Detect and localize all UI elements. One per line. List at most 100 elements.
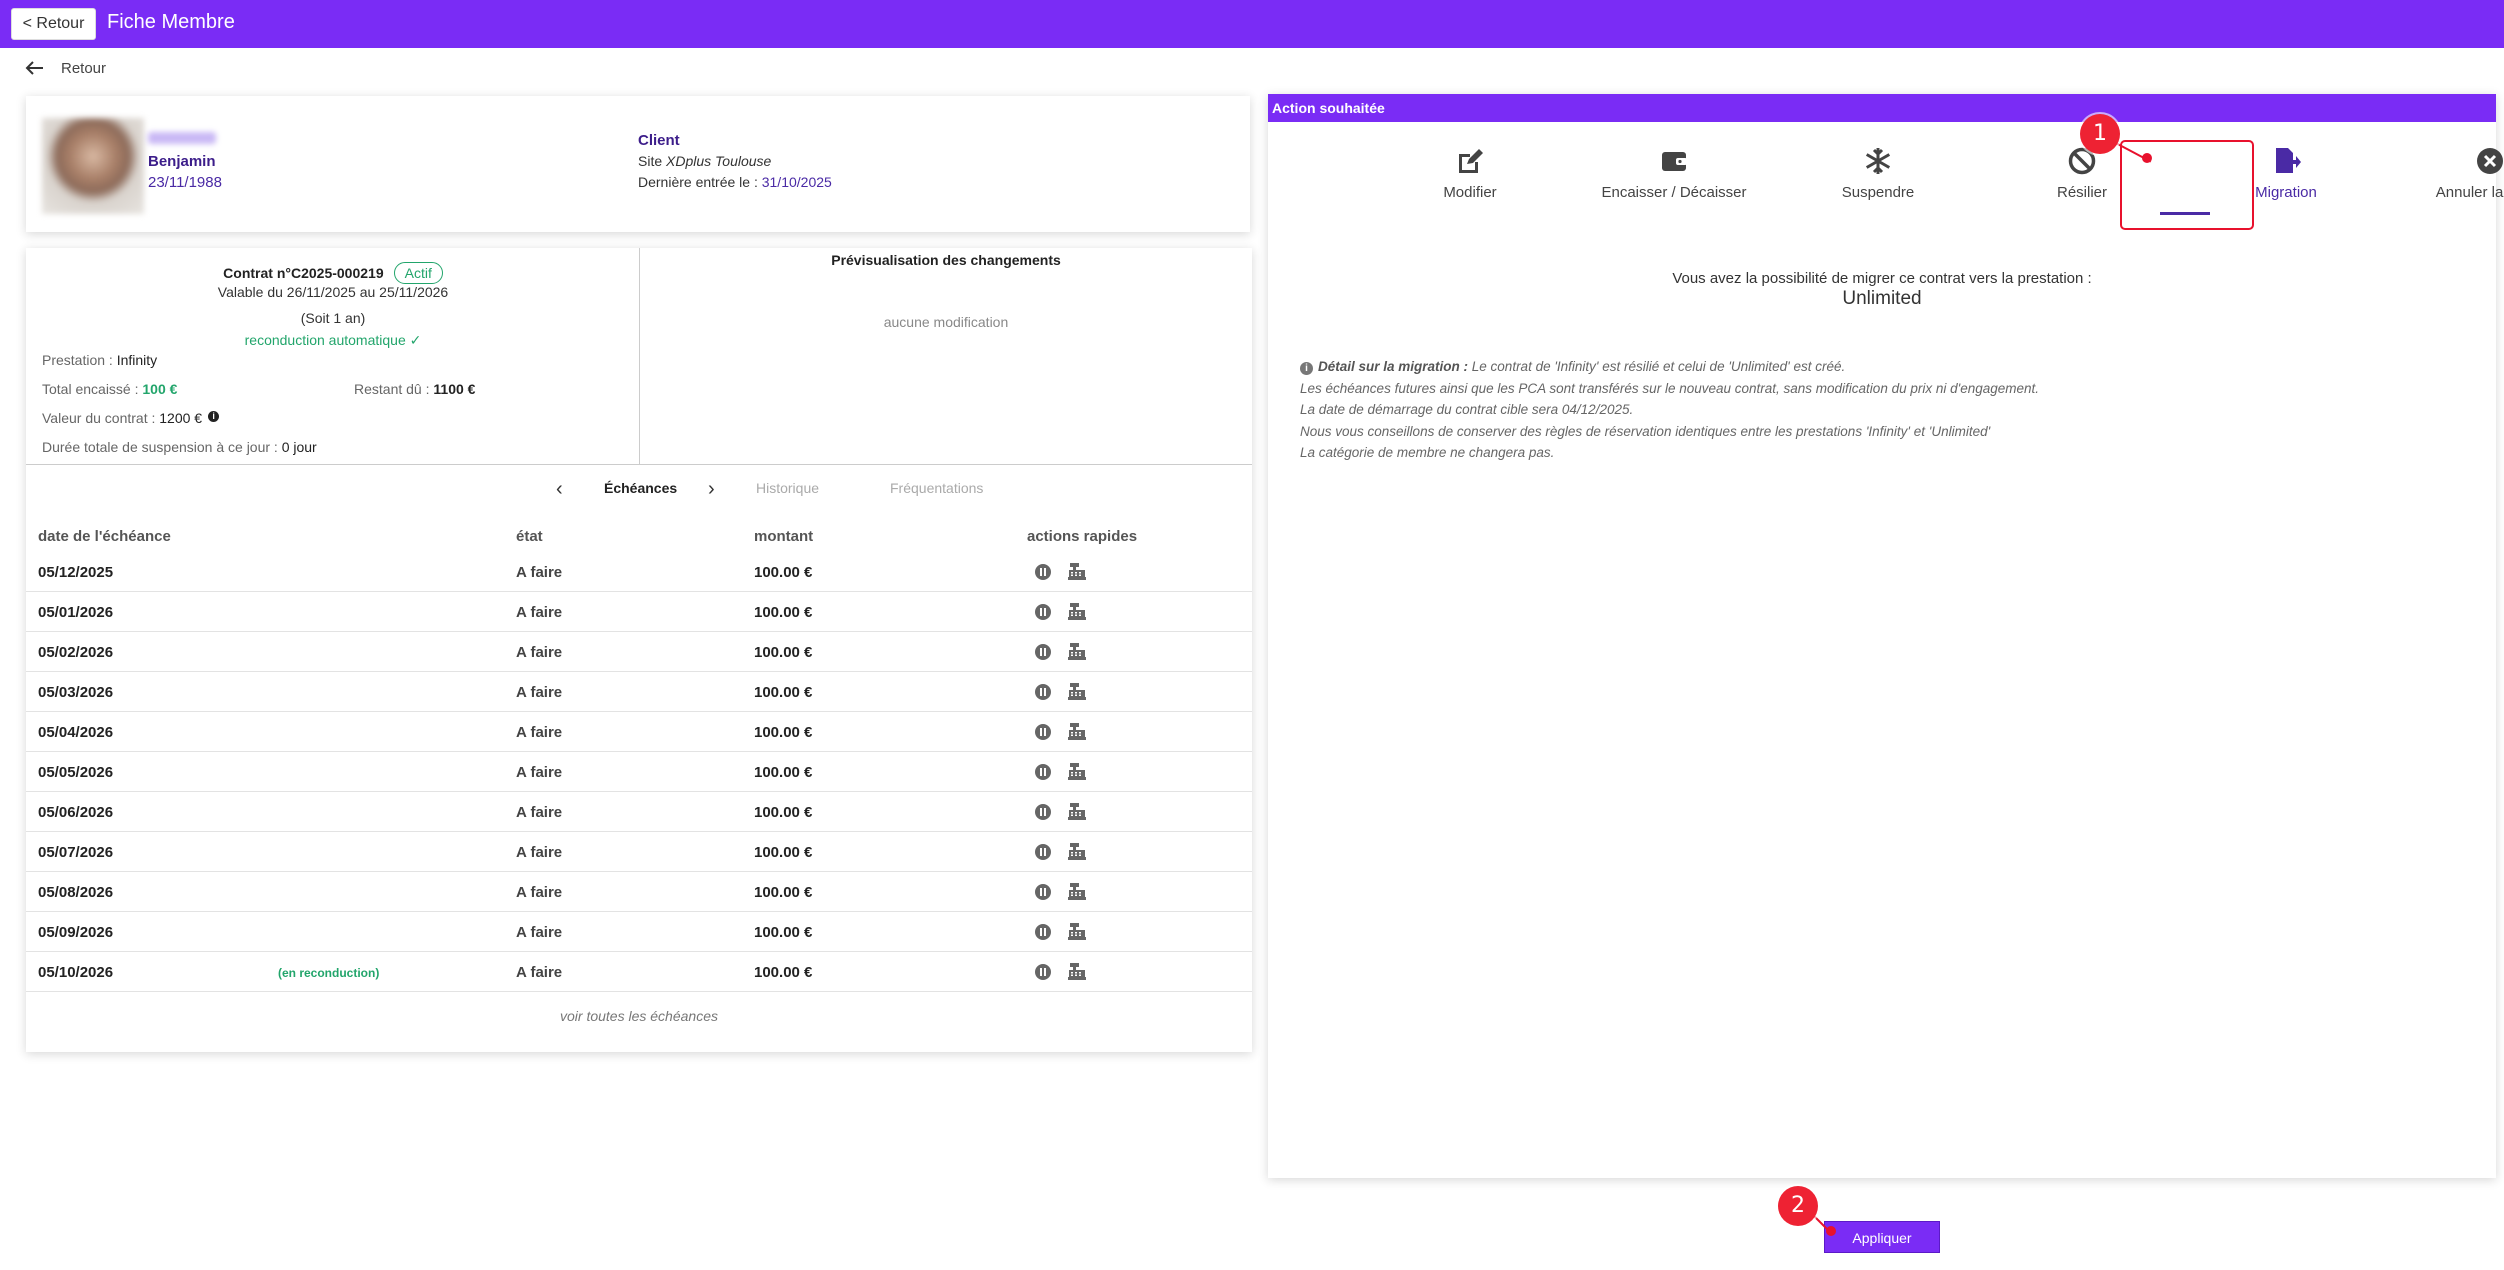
table-row: 05/12/2025 A faire 100.00 € bbox=[26, 552, 1252, 592]
see-all-link[interactable]: voir toutes les échéances bbox=[26, 1008, 1252, 1024]
row-date: 05/05/2026 bbox=[38, 764, 114, 781]
row-date: 05/04/2026 bbox=[38, 724, 114, 741]
row-state: A faire bbox=[516, 684, 563, 701]
action-modifier[interactable]: Modifier bbox=[1370, 146, 1570, 201]
annotation-dot-1 bbox=[2142, 153, 2152, 163]
row-state: A faire bbox=[516, 804, 563, 821]
pause-icon[interactable] bbox=[1035, 644, 1051, 660]
migration-target: Unlimited bbox=[1842, 288, 1922, 309]
cash-register-icon[interactable] bbox=[1068, 843, 1086, 860]
contract-total-collected: Total encaissé : 100 € bbox=[42, 381, 178, 397]
row-note: (en reconduction) bbox=[278, 966, 380, 980]
wallet-icon bbox=[1662, 152, 1687, 171]
action-annuler-vente[interactable]: Annuler la vente bbox=[2390, 146, 2504, 201]
member-status: Client bbox=[638, 132, 680, 149]
migration-details: i Détail sur la migration : Le contrat de… bbox=[1300, 359, 2039, 460]
table-row: 05/06/2026 A faire 100.00 € bbox=[26, 792, 1252, 832]
cash-register-icon[interactable] bbox=[1068, 883, 1086, 900]
row-state: A faire bbox=[516, 964, 563, 981]
row-date: 05/01/2026 bbox=[38, 604, 114, 621]
tabs: ‹ Échéances › Historique Fréquentations bbox=[26, 476, 1252, 506]
cash-register-icon[interactable] bbox=[1068, 963, 1086, 980]
chevron-left-icon[interactable]: ‹ bbox=[556, 478, 563, 501]
tab-historique[interactable]: Historique bbox=[756, 480, 819, 496]
row-date: 05/10/2026 bbox=[38, 964, 114, 981]
contract-prestation: Prestation : Infinity bbox=[42, 352, 158, 368]
member-first-name: Benjamin bbox=[148, 153, 216, 170]
member-card: Benjamin 23/11/1988 Client Site XDplus T… bbox=[26, 96, 1250, 232]
cash-register-icon[interactable] bbox=[1068, 763, 1086, 780]
snowflake-icon bbox=[1865, 148, 1891, 174]
cash-register-icon[interactable] bbox=[1068, 563, 1086, 580]
row-amount: 100.00 € bbox=[754, 684, 813, 701]
table-row: 05/01/2026 A faire 100.00 € bbox=[26, 592, 1252, 632]
top-bar: < Retour Fiche Membre bbox=[0, 0, 2504, 48]
chevron-right-icon[interactable]: › bbox=[708, 478, 715, 501]
annotation-highlight-box bbox=[2120, 140, 2254, 230]
pause-icon[interactable] bbox=[1035, 684, 1051, 700]
member-birth-date: 23/11/1988 bbox=[148, 174, 222, 191]
row-amount: 100.00 € bbox=[754, 564, 813, 581]
cash-register-icon[interactable] bbox=[1068, 643, 1086, 660]
pause-icon[interactable] bbox=[1035, 844, 1051, 860]
row-date: 05/12/2025 bbox=[38, 564, 114, 581]
tab-echeances[interactable]: Échéances bbox=[604, 480, 677, 496]
pause-icon[interactable] bbox=[1035, 764, 1051, 780]
table-row: 05/09/2026 A faire 100.00 € bbox=[26, 912, 1252, 952]
cash-register-icon[interactable] bbox=[1068, 603, 1086, 620]
annotation-badge-1: 1 bbox=[2080, 114, 2120, 154]
pause-icon[interactable] bbox=[1035, 564, 1051, 580]
contract-suspension: Durée totale de suspension à ce jour : 0… bbox=[42, 439, 317, 455]
contract-value: Valeur du contrat : 1200 € i bbox=[42, 410, 220, 426]
row-amount: 100.00 € bbox=[754, 604, 813, 621]
cash-register-icon[interactable] bbox=[1068, 723, 1086, 740]
row-amount: 100.00 € bbox=[754, 884, 813, 901]
close-circle-icon bbox=[2477, 148, 2503, 174]
pause-icon[interactable] bbox=[1035, 604, 1051, 620]
cash-register-icon[interactable] bbox=[1068, 803, 1086, 820]
top-back-button[interactable]: < Retour bbox=[11, 8, 96, 40]
edit-icon bbox=[1459, 149, 1483, 173]
pause-icon[interactable] bbox=[1035, 924, 1051, 940]
row-date: 05/02/2026 bbox=[38, 644, 114, 661]
col-actions: actions rapides bbox=[1027, 528, 1138, 545]
row-state: A faire bbox=[516, 884, 563, 901]
tab-frequentations[interactable]: Fréquentations bbox=[890, 480, 983, 496]
cash-register-icon[interactable] bbox=[1068, 683, 1086, 700]
table-row: 05/10/2026 (en reconduction) A faire 100.00… bbox=[26, 952, 1252, 992]
row-date: 05/09/2026 bbox=[38, 924, 114, 941]
back-link-label: Retour bbox=[61, 59, 107, 77]
action-suspendre[interactable]: Suspendre bbox=[1778, 146, 1978, 201]
divider bbox=[26, 464, 1252, 465]
info-icon: i bbox=[1300, 362, 1313, 375]
row-state: A faire bbox=[516, 844, 563, 861]
row-state: A faire bbox=[516, 724, 563, 741]
contract-remaining: Restant dû : 1100 € bbox=[354, 381, 476, 397]
table-row: 05/07/2026 A faire 100.00 € bbox=[26, 832, 1252, 872]
contract-card: Contrat n°C2025-000219 Actif Valable du 2… bbox=[26, 248, 1252, 1052]
row-amount: 100.00 € bbox=[754, 964, 813, 981]
info-icon[interactable]: i bbox=[208, 411, 220, 422]
table-row: 05/05/2026 A faire 100.00 € bbox=[26, 752, 1252, 792]
row-state: A faire bbox=[516, 764, 563, 781]
annotation-dot-2 bbox=[1826, 1226, 1836, 1236]
member-last-entry: Dernière entrée le : 31/10/2025 bbox=[638, 174, 832, 190]
member-site: Site XDplus Toulouse bbox=[638, 153, 772, 169]
back-link[interactable]: Retour bbox=[25, 58, 106, 78]
page-title: Fiche Membre bbox=[107, 11, 235, 33]
pause-icon[interactable] bbox=[1035, 964, 1051, 980]
row-date: 05/07/2026 bbox=[38, 844, 114, 861]
pause-icon[interactable] bbox=[1035, 724, 1051, 740]
pause-icon[interactable] bbox=[1035, 804, 1051, 820]
cash-register-icon[interactable] bbox=[1068, 923, 1086, 940]
apply-button[interactable]: Appliquer bbox=[1824, 1221, 1940, 1253]
annotation-badge-2: 2 bbox=[1778, 1186, 1818, 1226]
pause-icon[interactable] bbox=[1035, 884, 1051, 900]
action-encaisser[interactable]: Encaisser / Décaisser bbox=[1574, 146, 1774, 201]
contract-renewal: reconduction automatique ✓ bbox=[244, 332, 422, 348]
contract-summary: Contrat n°C2025-000219 Actif Valable du 2… bbox=[26, 248, 640, 464]
preview-title: Prévisualisation des changements bbox=[831, 252, 1061, 268]
row-date: 05/08/2026 bbox=[38, 884, 114, 901]
row-amount: 100.00 € bbox=[754, 924, 813, 941]
row-amount: 100.00 € bbox=[754, 644, 813, 661]
